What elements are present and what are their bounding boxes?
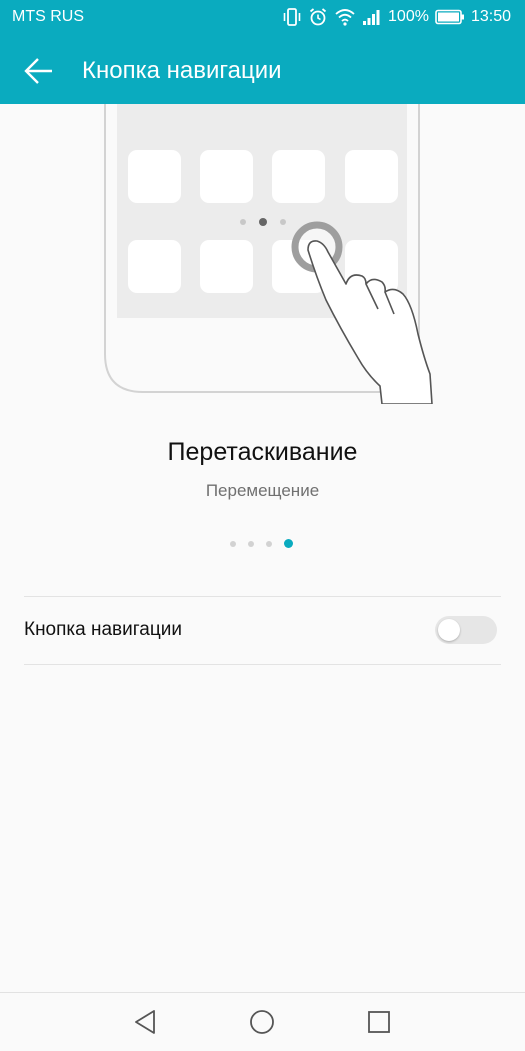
gesture-illustration [0,104,525,405]
divider [24,664,501,665]
battery-icon [435,9,464,25]
pager-indicator [230,539,293,548]
alarm-icon [309,8,327,26]
clock: 13:50 [470,8,511,25]
gesture-subtitle: Перемещение [205,481,320,500]
wifi-icon [335,9,355,26]
nav-home-button[interactable] [248,1008,276,1036]
pager-dot [248,540,254,547]
pager-dot [230,540,236,547]
status-bar: MTS RUS 100% 13:50 [0,0,525,36]
setting-label: Кнопка навигации [24,619,182,640]
page-title: Кнопка навигации [82,57,282,84]
toolbar: Кнопка навигации [0,36,525,104]
gesture-title: Перетаскивание [167,438,358,466]
battery-percent: 100% [388,8,429,25]
arrow-left-icon [24,58,52,84]
toggle-knob [438,619,460,641]
vibrate-icon [283,8,301,26]
nav-button-toggle[interactable] [435,616,497,644]
status-icons: 100% 13:50 [282,7,511,27]
signal-icon [363,10,380,25]
setting-nav-button[interactable]: Кнопка навигации [24,597,501,664]
pager-dot-active [284,539,293,548]
home-circle-icon [250,1010,274,1034]
back-button[interactable] [22,54,56,88]
nav-back-button[interactable] [132,1008,160,1036]
back-triangle-icon [135,1010,155,1034]
nav-recents-button[interactable] [365,1008,393,1036]
pager-dot [266,540,272,547]
carrier-label: MTS RUS [12,8,84,25]
recents-square-icon [368,1011,390,1033]
navigation-bar [0,992,525,1051]
